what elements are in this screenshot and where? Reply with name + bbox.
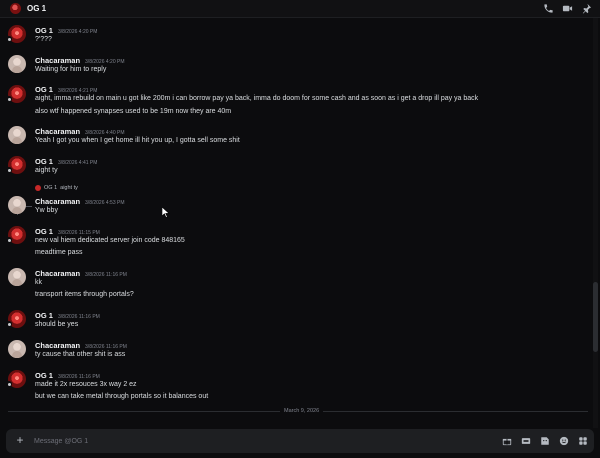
message-text: aight, imma rebuild on main u got like 2… (35, 95, 479, 102)
avatar[interactable] (8, 55, 26, 73)
sticker-icon[interactable] (540, 436, 550, 446)
video-call-icon[interactable] (562, 3, 573, 14)
reply-text: aight ty (60, 185, 78, 191)
avatar[interactable] (8, 196, 26, 214)
message-timestamp: 3/8/2026 4:40 PM (85, 130, 125, 136)
reply-avatar (35, 185, 41, 191)
composer-tools (502, 436, 588, 446)
status-icon (6, 96, 12, 102)
phone-call-icon[interactable] (543, 3, 554, 14)
message-author[interactable]: Chacaraman (35, 341, 80, 350)
gift-icon[interactable] (502, 436, 512, 446)
scrollbar-thumb[interactable] (593, 282, 598, 352)
message-text: transport items through portals? (35, 291, 134, 298)
apps-icon[interactable] (578, 436, 588, 446)
message-text: also wtf happened synapses used to be 19… (35, 108, 232, 115)
status-icon (6, 321, 12, 327)
message-text: made it 2x resouces 3x way 2 ez (35, 381, 137, 388)
status-icon (6, 36, 12, 42)
message-composer: + (6, 429, 594, 453)
message-text: Yeah I got you when I get home ill hit y… (35, 137, 240, 144)
mouse-cursor-icon (162, 207, 170, 218)
message-text: should be yes (35, 321, 79, 328)
message-feed[interactable]: OG 1 3/8/2026 4:20 PM ?'??? Chacaraman 3/8… (0, 18, 592, 428)
message-text: Yw bby (35, 207, 58, 214)
message-author[interactable]: Chacaraman (35, 127, 80, 136)
avatar[interactable] (8, 340, 26, 358)
message-timestamp: 3/8/2026 4:20 PM (57, 29, 98, 35)
plus-icon[interactable]: + (14, 434, 26, 446)
message-text: ty cause that other shit is ass (35, 351, 126, 358)
message-author[interactable]: Chacaraman (35, 197, 80, 206)
message-author[interactable]: OG 1 (35, 157, 53, 166)
message-author[interactable]: OG 1 (35, 26, 53, 35)
emoji-icon[interactable] (559, 436, 569, 446)
message-timestamp: 3/8/2026 4:20 PM (85, 59, 125, 65)
date-divider-label: March 9, 2026 (280, 408, 324, 414)
message-timestamp: 3/8/2026 11:16 PM (85, 344, 127, 350)
channel-header: OG 1 (0, 0, 600, 18)
message-author[interactable]: OG 1 (35, 227, 53, 236)
message-text: Waiting for him to reply (35, 66, 107, 73)
message-text: ?'??? (35, 36, 52, 43)
message-author[interactable]: OG 1 (35, 311, 53, 320)
message-author[interactable]: Chacaraman (35, 56, 80, 65)
message-text: meadtime pass (35, 249, 83, 256)
message-timestamp: 3/8/2026 4:41 PM (57, 160, 98, 166)
reply-author: OG 1 (44, 185, 58, 191)
status-icon (6, 237, 12, 243)
scrollbar-track[interactable] (593, 18, 598, 428)
avatar[interactable] (8, 126, 26, 144)
avatar[interactable] (8, 268, 26, 286)
pin-icon[interactable] (581, 3, 592, 14)
status-icon (6, 381, 12, 387)
message-author[interactable]: OG 1 (35, 371, 53, 380)
message-input[interactable] (34, 435, 414, 447)
message-author[interactable]: Chacaraman (35, 269, 80, 278)
message-text: but we can take metal through portals so… (35, 393, 209, 400)
header-actions (543, 3, 592, 14)
message-author[interactable]: OG 1 (35, 85, 53, 94)
message-text: new val hiem dedicated server join code … (35, 237, 185, 244)
channel-title[interactable]: OG 1 (27, 4, 46, 13)
gif-icon[interactable] (521, 436, 531, 446)
message-timestamp: 3/8/2026 11:16 PM (57, 314, 100, 320)
channel-avatar[interactable] (10, 3, 21, 14)
message-timestamp: 3/8/2026 11:15 PM (57, 230, 100, 236)
message-timestamp: 3/8/2026 4:21 PM (57, 88, 98, 94)
message-timestamp: 3/8/2026 4:53 PM (85, 200, 125, 206)
message-timestamp: 3/8/2026 11:16 PM (85, 272, 127, 278)
message-timestamp: 3/8/2026 11:16 PM (57, 374, 100, 380)
status-icon (6, 167, 12, 173)
message-text: kk (35, 279, 42, 286)
reply-preview[interactable]: OG 1 aight ty (35, 185, 78, 191)
message-text: aight ty (35, 167, 58, 174)
